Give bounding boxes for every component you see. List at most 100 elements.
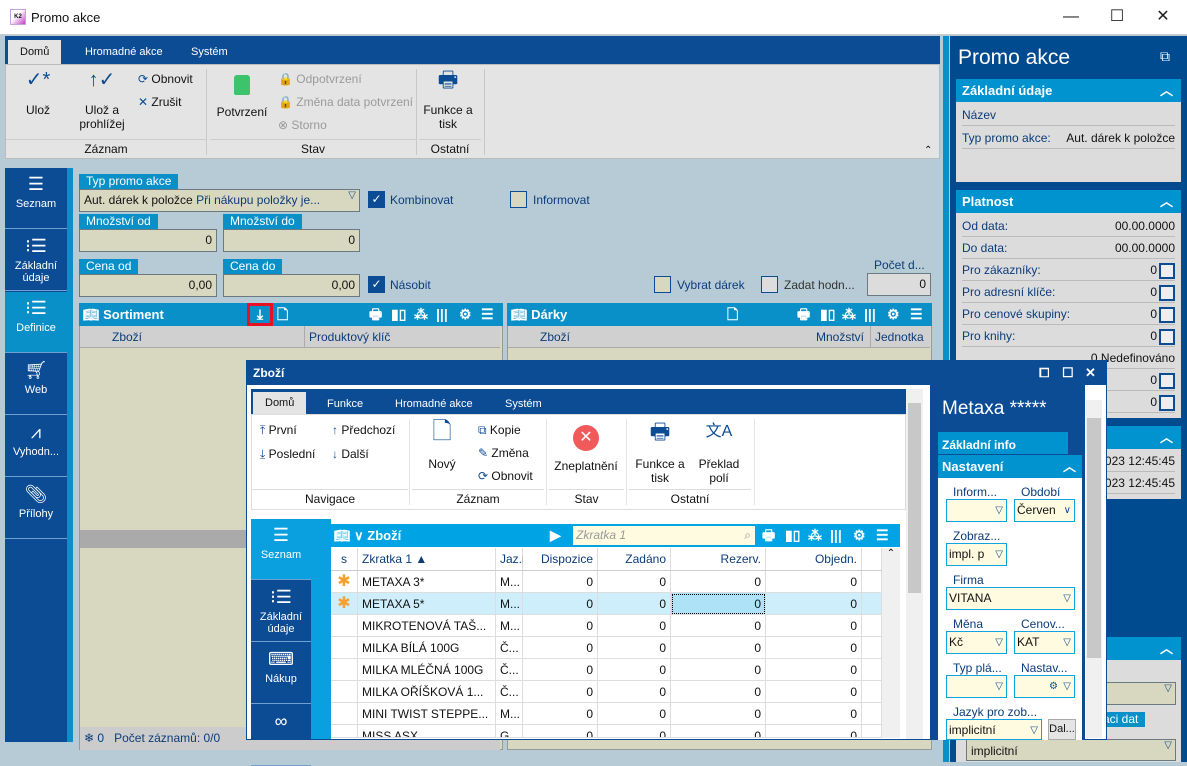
column-header-mnozstvi[interactable]: Množství (816, 326, 864, 348)
change-date-button[interactable]: 🔒 Změna data potvrzení (278, 95, 413, 109)
new-doc-icon[interactable]: 🗋 (277, 306, 288, 322)
cell-name[interactable]: METAXA 3* (358, 571, 496, 593)
column-header-rezerv[interactable]: Rezerv. (671, 548, 766, 571)
cell-disp[interactable]: 0 (523, 681, 598, 703)
nav-prilohy[interactable]: 📎︎ Přílohy (5, 478, 67, 539)
star-icon[interactable] (331, 615, 358, 637)
popup-nav-item[interactable]: ∞ (251, 705, 311, 766)
vybrat-darek-checkbox[interactable] (654, 276, 671, 293)
gear-icon[interactable]: ⚙ (459, 306, 472, 322)
cell-filler[interactable] (862, 615, 882, 637)
cell-obj[interactable]: 0 (766, 703, 862, 725)
cell-filler[interactable] (862, 571, 882, 593)
copy-button[interactable]: ⧉ Kopie (478, 423, 521, 438)
new-button[interactable]: 🗋 Nový (422, 420, 462, 472)
cell-obj[interactable]: 0 (766, 659, 862, 681)
cell-filler[interactable] (862, 681, 882, 703)
cena-do-input[interactable]: 0,00 (223, 274, 360, 297)
cell-jaz[interactable]: M... (496, 615, 523, 637)
cell-name[interactable]: MINI TWIST STEPPE... (358, 703, 496, 725)
cell-name[interactable]: MILKA MLÉČNÁ 100G (358, 659, 496, 681)
column-header-zkratka[interactable]: Zkratka 1 ▲ (358, 548, 496, 571)
cell-name[interactable]: METAXA 5* (358, 593, 496, 615)
cell-obj[interactable]: 0 (766, 637, 862, 659)
cell-obj[interactable]: 0 (766, 725, 862, 738)
tab-system[interactable]: Systém (179, 40, 240, 64)
save-browse-button[interactable]: ↑✓ Ulož a prohlížej (74, 70, 130, 131)
obdobi-select[interactable]: Červen ∨ (1014, 499, 1075, 522)
jazyk-select[interactable]: implicitní ▽ (946, 719, 1042, 740)
invalidate-button[interactable]: ✕ Zneplatnění (550, 425, 622, 473)
column-header-zbozi[interactable]: Zboží (112, 326, 142, 348)
nav-seznam[interactable]: ☰ Seznam (5, 168, 67, 229)
cell-disp[interactable]: 0 (523, 659, 598, 681)
mnozstvi-od-input[interactable]: 0 (79, 229, 217, 252)
star-icon[interactable]: ✱ (331, 593, 358, 615)
star-icon[interactable] (331, 637, 358, 659)
chevron-up-icon[interactable]: ︿ (1160, 79, 1173, 102)
bar-chart-icon[interactable]: ▮▯ (785, 527, 800, 543)
import-icon[interactable]: ⤓ (247, 303, 273, 326)
cell-name[interactable]: MIKROTENOVÁ TAŠ... (358, 615, 496, 637)
nav-web[interactable]: 🛒︎ Web (5, 354, 67, 415)
cubes-icon[interactable]: ⁂ (842, 306, 856, 322)
menu-icon[interactable]: ☰ (910, 306, 923, 322)
cell-disp[interactable]: 0 (523, 593, 598, 615)
chevron-down-icon[interactable]: ∨ (354, 528, 364, 543)
search-input[interactable]: Zkratka 1 ⌕ (573, 526, 755, 545)
cell-disp[interactable]: 0 (523, 703, 598, 725)
storno-button[interactable]: ⊗ Storno (278, 118, 327, 132)
cell-rez[interactable]: 0 (671, 703, 766, 725)
cell-obj[interactable]: 0 (766, 615, 862, 637)
collapse-ribbon-icon[interactable]: ⌃ (924, 145, 932, 156)
column-header-produktovy-klic[interactable]: Produktový klíč (304, 326, 390, 348)
print-button[interactable]: 🖶 Funkce a tisk (420, 69, 476, 132)
informovat-checkbox[interactable] (510, 191, 527, 208)
kombinovat-checkbox[interactable]: ✓ (368, 191, 385, 208)
close-button[interactable]: ✕ (1140, 4, 1186, 30)
chevron-up-icon[interactable]: ︿ (1160, 190, 1173, 213)
snowflake-icon[interactable]: ❄ (84, 731, 94, 745)
translate-button[interactable]: 文A Překlad polí (694, 424, 744, 486)
cell-jaz[interactable]: Č... (496, 637, 523, 659)
cenov-select[interactable]: KAT ▽ (1014, 631, 1075, 654)
menu-icon[interactable]: ☰ (481, 306, 494, 322)
cell-zad[interactable]: 0 (598, 615, 671, 637)
cell-filler[interactable] (862, 703, 882, 725)
cell-obj[interactable]: 0 (766, 681, 862, 703)
checkbox[interactable] (1159, 284, 1175, 301)
column-header-jednotka[interactable]: Jednotka (870, 326, 924, 348)
popup-nav-zakladni-udaje[interactable]: ⁝☰ Základní údaje (251, 581, 311, 642)
first-button[interactable]: ⤒ První (260, 423, 297, 438)
cell-zad[interactable]: 0 (598, 593, 671, 615)
popup-nav-nakup[interactable]: ⌨ Nákup (251, 643, 311, 704)
cell-disp[interactable]: 0 (523, 615, 598, 637)
last-button[interactable]: ⤓ Poslední (260, 447, 315, 462)
columns-icon[interactable]: ||| (436, 306, 448, 322)
column-header-zadano[interactable]: Zadáno (598, 548, 671, 571)
cell-name[interactable]: MILKA BÍLÁ 100G (358, 637, 496, 659)
confirm-button[interactable]: Potvrzení (211, 75, 273, 119)
select-field[interactable]: implicitní ▽ (966, 739, 1176, 761)
restore-icon[interactable]: ⧠ (1039, 361, 1049, 385)
grid-scrollbar[interactable]: ⌃ (882, 548, 900, 738)
bar-chart-icon[interactable]: ▮▯ (391, 306, 406, 322)
next-button[interactable]: ↓ Další (332, 447, 369, 461)
columns-icon[interactable]: ||| (830, 527, 842, 543)
star-icon[interactable] (331, 659, 358, 681)
popout-icon[interactable]: ⧉ (1160, 48, 1170, 65)
nav-zakladni-udaje[interactable]: ⁝☰ Základní údaje (5, 230, 67, 291)
gear-icon[interactable]: ⚙ (887, 306, 900, 322)
cell-disp[interactable]: 0 (523, 571, 598, 593)
chevron-up-icon[interactable]: ︿ (1063, 455, 1076, 478)
cell-zad[interactable]: 0 (598, 659, 671, 681)
cell-rez[interactable]: 0 (671, 725, 766, 738)
checkbox[interactable] (1159, 328, 1175, 345)
column-header-objedn[interactable]: Objedn. (766, 548, 862, 571)
cell-rez[interactable]: 0 (671, 571, 766, 593)
checkbox[interactable] (1159, 262, 1175, 279)
cena-od-input[interactable]: 0,00 (79, 274, 217, 297)
popup-tab-hromadne-akce[interactable]: Hromadné akce (383, 392, 485, 416)
cell-zad[interactable]: 0 (598, 637, 671, 659)
column-header-zbozi[interactable]: Zboží (540, 326, 570, 348)
